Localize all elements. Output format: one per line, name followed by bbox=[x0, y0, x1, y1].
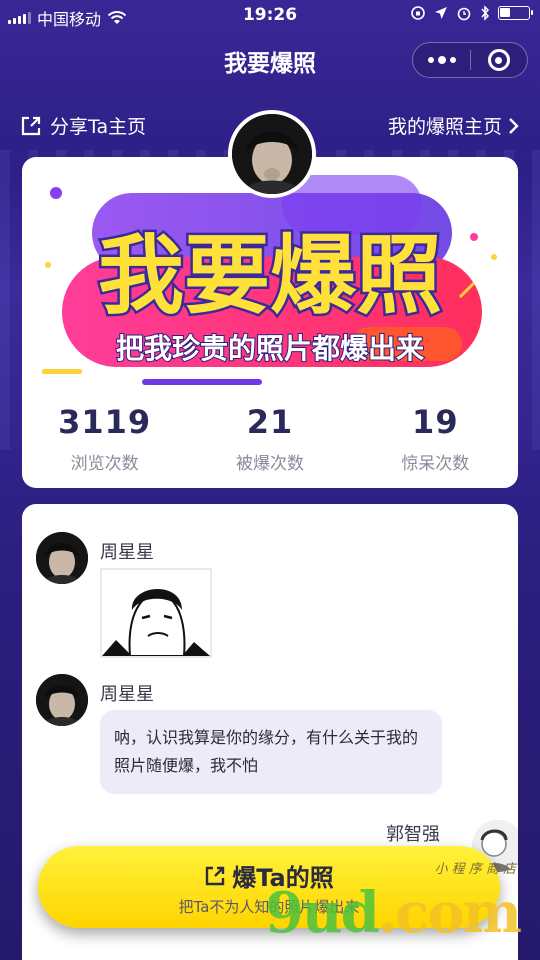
banner-headline: 我要爆照 bbox=[98, 226, 442, 326]
stat-value: 21 bbox=[246, 403, 294, 441]
stat-value: 3119 bbox=[58, 403, 152, 441]
miniprogram-capsule bbox=[412, 42, 528, 78]
chevron-right-icon bbox=[509, 117, 519, 134]
status-bar: 中国移动 19:26 bbox=[0, 0, 540, 32]
stat-label: 惊呆次数 bbox=[401, 454, 470, 474]
share-icon bbox=[21, 116, 41, 135]
share-icon bbox=[206, 866, 225, 885]
share-link-label: 分享Ta主页 bbox=[50, 116, 147, 138]
commenter-name: 周星星 bbox=[100, 684, 154, 705]
more-button[interactable] bbox=[413, 42, 470, 78]
alarm-icon bbox=[457, 7, 471, 21]
stat-exposed: 21 被爆次数 bbox=[187, 403, 352, 474]
commenter-avatar[interactable] bbox=[36, 532, 88, 584]
bluetooth-icon bbox=[481, 5, 490, 21]
rotation-lock-icon bbox=[411, 6, 425, 20]
stat-label: 浏览次数 bbox=[70, 454, 139, 474]
my-page-link-label: 我的爆照主页 bbox=[387, 116, 502, 138]
my-page-link[interactable]: 我的爆照主页 bbox=[388, 112, 520, 139]
status-right bbox=[410, 5, 533, 21]
commenter-name: 郭智强 bbox=[386, 824, 440, 845]
profile-avatar[interactable] bbox=[228, 110, 316, 198]
stats-row: 3119 浏览次数 21 被爆次数 19 惊呆次数 bbox=[22, 403, 518, 474]
location-icon bbox=[435, 7, 447, 19]
meme-image bbox=[102, 570, 210, 657]
commenter-name: 周星星 bbox=[100, 542, 154, 563]
battery-icon bbox=[498, 6, 533, 20]
nav-bar: 我要爆照 bbox=[0, 32, 540, 88]
stat-label: 被爆次数 bbox=[235, 454, 304, 474]
share-link[interactable]: 分享Ta主页 bbox=[20, 112, 146, 139]
banner-tagline: 把我珍贵的照片都爆出来 bbox=[116, 332, 424, 365]
stat-value: 19 bbox=[412, 403, 459, 441]
stats-card: 我要爆照 把我珍贵的照片都爆出来 3119 浏览次数 21 被爆次数 19 惊呆… bbox=[22, 157, 518, 488]
close-button[interactable] bbox=[471, 42, 527, 78]
watermark-caption: 小 程 序 商 店 bbox=[434, 862, 516, 877]
watermark-logo: 9ud.com bbox=[264, 880, 522, 946]
stat-views: 3119 浏览次数 bbox=[22, 403, 187, 474]
photo-message[interactable] bbox=[100, 568, 212, 658]
commenter-avatar[interactable] bbox=[36, 674, 88, 726]
close-icon bbox=[487, 49, 510, 71]
text-message: 呐，认识我算是你的缘分，有什么关于我的照片随便爆，我不怕 bbox=[100, 710, 442, 794]
stat-shocked: 19 惊呆次数 bbox=[353, 403, 518, 474]
avatar-portrait bbox=[232, 114, 312, 194]
